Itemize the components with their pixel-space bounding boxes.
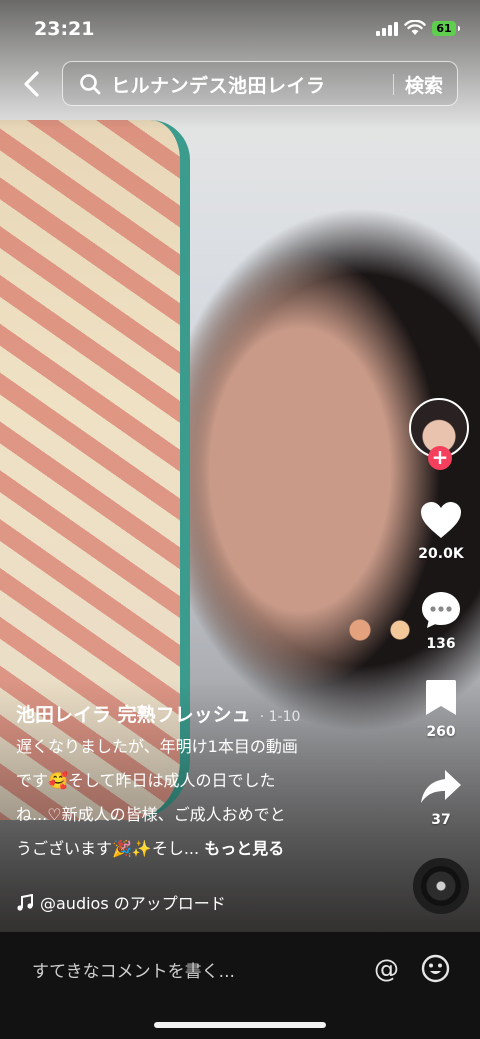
wifi-icon [404, 20, 426, 35]
home-indicator[interactable] [154, 1022, 326, 1028]
comment-input[interactable]: すてきなコメントを書く... [32, 957, 235, 982]
like-count: 20.0K [418, 546, 464, 562]
more-link[interactable]: もっと見る [204, 839, 284, 858]
caption-line: 遅くなりましたが、年明け1本目の動画 [16, 737, 298, 756]
at-icon[interactable]: @ [374, 954, 399, 983]
creator-avatar[interactable]: + [409, 398, 471, 472]
music-info[interactable]: @audios のアップロード [16, 890, 226, 914]
cellular-signal-icon [376, 22, 400, 36]
caption-line-last: うございます🎉✨そし... [16, 839, 200, 858]
share-icon [421, 770, 461, 803]
back-icon[interactable] [16, 66, 50, 102]
search-query[interactable]: ヒルナンデス池田レイラ [111, 71, 326, 98]
music-disc-icon[interactable] [413, 858, 469, 914]
status-time: 23:21 [34, 18, 95, 40]
author-name[interactable]: 池田レイラ 完熟フレッシュ [16, 704, 251, 726]
caption-line: うございます🎉✨そし... もっと見る [16, 835, 356, 863]
caption-line: ね...♡新成人の皆様、ご成人おめでと [16, 805, 286, 824]
video-caption[interactable]: 遅くなりましたが、年明け1本目の動画 です🥰そして昨日は成人の日でした ね...… [16, 733, 356, 869]
save-button[interactable]: 260 [410, 678, 472, 740]
author-row: 池田レイラ 完熟フレッシュ · 1-10 [16, 700, 300, 727]
comment-count: 136 [426, 636, 456, 652]
emoji-icon[interactable] [421, 954, 450, 983]
follow-plus-icon[interactable]: + [428, 446, 452, 470]
share-count: 37 [431, 812, 451, 828]
post-date: · 1-10 [259, 709, 301, 725]
comment-button[interactable]: 136 [410, 590, 472, 652]
search-divider [393, 74, 394, 95]
save-count: 260 [426, 724, 456, 740]
caption-line: です🥰そして昨日は成人の日でした [16, 771, 276, 790]
battery-icon: 61 [432, 21, 460, 36]
music-note-icon [17, 894, 33, 911]
status-bar: 23:21 61 [0, 0, 480, 56]
share-button[interactable]: 37 [410, 768, 472, 828]
search-bar[interactable]: ヒルナンデス池田レイラ 検索 [62, 61, 458, 106]
search-icon [80, 74, 101, 95]
bookmark-icon [426, 680, 456, 715]
search-button[interactable]: 検索 [405, 71, 443, 98]
comment-bar: すてきなコメントを書く... @ [0, 932, 480, 1039]
comment-icon [422, 592, 460, 628]
like-button[interactable]: 20.0K [410, 500, 472, 562]
heart-icon [421, 502, 461, 538]
music-label: @audios のアップロード [40, 894, 226, 913]
